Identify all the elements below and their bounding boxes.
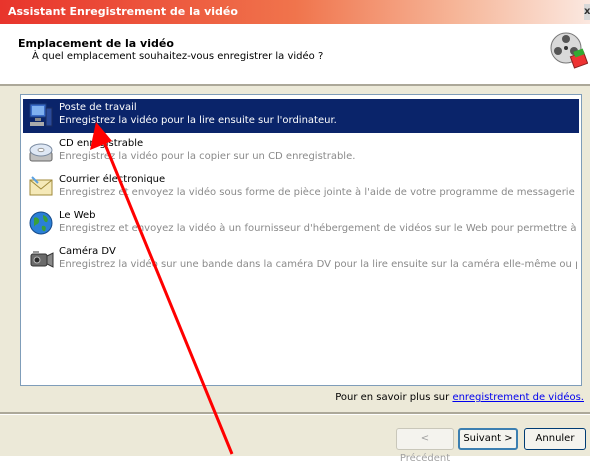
window-title: Assistant Enregistrement de la vidéo [8,5,238,18]
close-icon[interactable]: x [584,4,590,20]
option-description: Enregistrez et envoyez la vidéo sous for… [59,187,577,198]
wizard-header: Emplacement de la vidéo À quel emplaceme… [0,24,590,84]
learn-more-link[interactable]: enregistrement de vidéos. [452,392,584,403]
cancel-button[interactable]: Annuler [524,428,586,450]
option-description: Enregistrez et envoyez la vidéo à un fou… [59,223,577,234]
option-title: CD enregistrable [59,138,144,149]
next-button[interactable]: Suivant > [458,428,518,450]
cd-icon [29,143,53,162]
option-description: Enregistrez la vidéo sur une bande dans … [59,259,577,270]
location-list[interactable]: Poste de travail Enregistrez la vidéo po… [20,94,582,386]
page-title: Emplacement de la vidéo [18,37,174,50]
footer-divider [0,412,590,415]
option-title: Le Web [59,210,96,221]
learn-more: Pour en savoir plus sur enregistrement d… [335,392,584,403]
title-bar[interactable]: Assistant Enregistrement de la vidéo x [0,0,590,24]
previous-button[interactable]: < Précédent [396,428,454,464]
option-poste-de-travail[interactable]: Poste de travail Enregistrez la vidéo po… [23,99,579,133]
globe-icon [29,211,53,235]
option-cd-enregistrable[interactable]: CD enregistrable Enregistrez la vidéo po… [23,135,579,169]
option-title: Poste de travail [59,102,137,113]
envelope-icon [29,176,53,196]
page-subtitle: À quel emplacement souhaitez-vous enregi… [32,51,324,62]
option-camera-dv[interactable]: Caméra DV Enregistrez la vidéo sur une b… [23,243,579,277]
camcorder-icon [30,251,54,268]
option-description: Enregistrez la vidéo pour la copier sur … [59,151,356,162]
option-description: Enregistrez la vidéo pour la lire ensuit… [59,115,337,126]
option-title: Caméra DV [59,246,116,257]
option-courrier-electronique[interactable]: Courrier électronique Enregistrez et env… [23,171,579,205]
learn-more-text: Pour en savoir plus sur [335,392,453,403]
option-le-web[interactable]: Le Web Enregistrez et envoyez la vidéo à… [23,207,579,241]
film-reel-icon [550,32,588,69]
computer-icon [29,103,53,127]
option-title: Courrier électronique [59,174,166,185]
